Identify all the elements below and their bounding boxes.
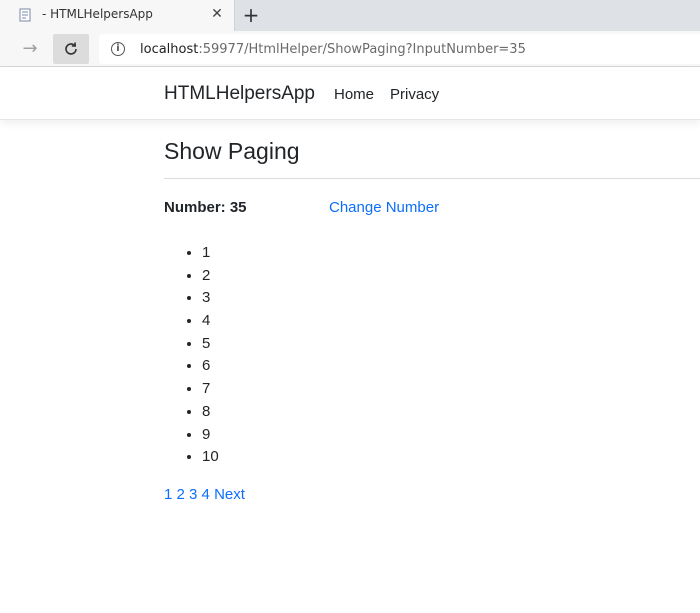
page-link-4[interactable]: 4: [202, 486, 210, 503]
pager: 1 2 3 4 Next: [164, 486, 245, 503]
arrow-right-icon[interactable]: →: [19, 38, 41, 60]
address-bar[interactable]: i localhost:59977/HtmlHelper/ShowPaging?…: [99, 34, 700, 64]
browser-tab[interactable]: - HTMLHelpersApp ✕: [0, 0, 235, 31]
site-header: HTMLHelpersApp Home Privacy: [0, 67, 700, 120]
tab-strip: - HTMLHelpersApp ✕ +: [0, 0, 700, 31]
list-item: 6: [202, 355, 219, 378]
item-list: 1 2 3 4 5 6 7 8 9 10: [164, 242, 219, 469]
change-number-link[interactable]: Change Number: [329, 199, 439, 216]
next-page-link[interactable]: Next: [214, 486, 245, 503]
list-item: 8: [202, 401, 219, 424]
page-link-1[interactable]: 1: [164, 486, 172, 503]
nav-privacy[interactable]: Privacy: [390, 86, 439, 103]
brand-link[interactable]: HTMLHelpersApp: [164, 83, 315, 105]
list-item: 4: [202, 310, 219, 333]
list-item: 3: [202, 287, 219, 310]
page-link-3[interactable]: 3: [189, 486, 197, 503]
close-icon[interactable]: ✕: [210, 7, 224, 21]
browser-toolbar: → i localhost:59977/HtmlHelper/ShowPagin…: [0, 31, 700, 67]
list-item: 1: [202, 242, 219, 265]
tab-title: - HTMLHelpersApp: [42, 7, 153, 21]
page-link-2[interactable]: 2: [177, 486, 185, 503]
page-title: Show Paging: [164, 138, 300, 164]
url-text[interactable]: localhost:59977/HtmlHelper/ShowPaging?In…: [140, 42, 526, 57]
list-item: 5: [202, 333, 219, 356]
reload-button[interactable]: [53, 34, 89, 64]
url-host: localhost: [140, 42, 199, 57]
nav-home[interactable]: Home: [334, 86, 374, 103]
url-path: :59977/HtmlHelper/ShowPaging?InputNumber…: [198, 42, 526, 57]
reload-icon: [65, 42, 77, 55]
list-item: 2: [202, 265, 219, 288]
divider: [164, 178, 700, 179]
page-icon: [19, 8, 31, 22]
list-item: 7: [202, 378, 219, 401]
plus-icon[interactable]: +: [240, 4, 262, 26]
list-item: 9: [202, 424, 219, 447]
number-label: Number: 35: [164, 199, 247, 216]
list-item: 10: [202, 446, 219, 469]
info-icon[interactable]: i: [111, 42, 125, 56]
